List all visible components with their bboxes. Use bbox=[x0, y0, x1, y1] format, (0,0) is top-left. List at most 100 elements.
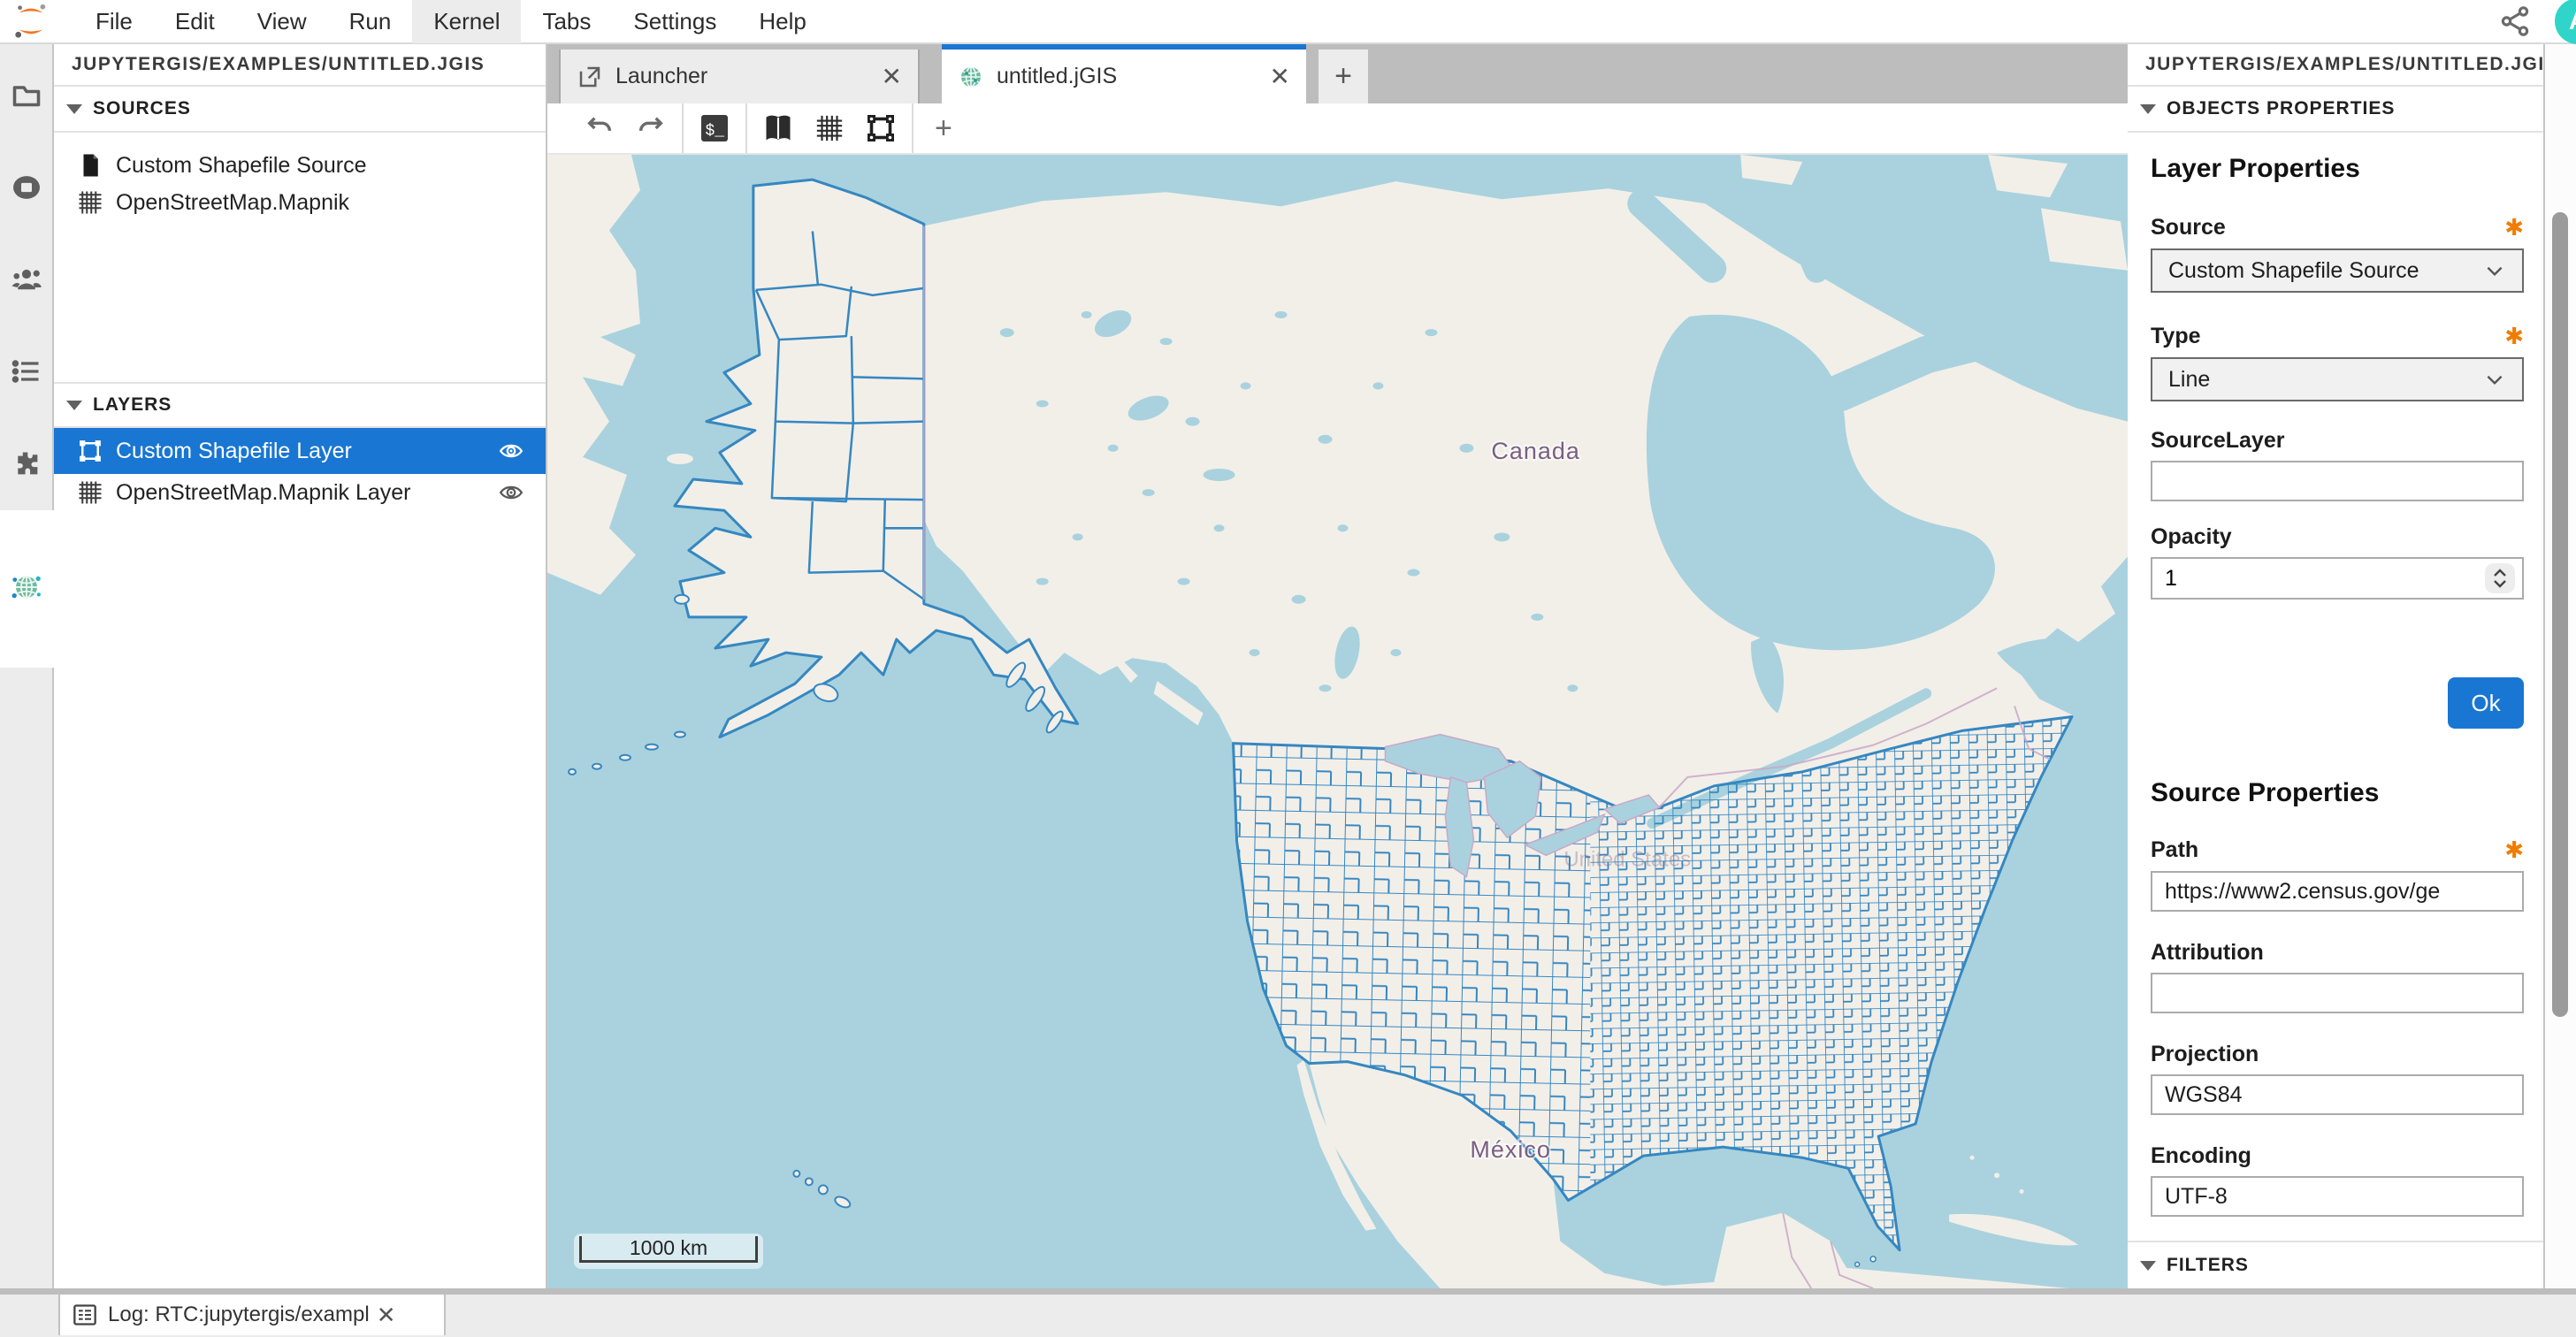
sourcelayer-field: SourceLayer bbox=[2151, 428, 2524, 501]
map-canvas[interactable]: Canada United States México 1000 km bbox=[547, 155, 2128, 1288]
log-console-tab[interactable]: Log: RTC:jupytergis/exampl ✕ bbox=[58, 1295, 446, 1335]
chevron-down-icon bbox=[66, 104, 82, 114]
left-activity-bar bbox=[0, 44, 54, 1288]
ok-button[interactable]: Ok bbox=[2448, 677, 2524, 729]
objects-properties-header[interactable]: OBJECTS PROPERTIES bbox=[2128, 87, 2543, 133]
layers-section-header[interactable]: LAYERS bbox=[54, 382, 546, 428]
file-icon bbox=[77, 152, 103, 179]
close-icon[interactable]: ✕ bbox=[377, 1302, 396, 1329]
undo-icon[interactable] bbox=[574, 109, 625, 148]
projection-label: Projection bbox=[2151, 1042, 2259, 1067]
menu-settings[interactable]: Settings bbox=[612, 0, 738, 43]
vector-polygon-icon bbox=[77, 438, 103, 464]
tab-label: untitled.jGIS bbox=[997, 64, 1117, 89]
path-input[interactable] bbox=[2151, 871, 2524, 912]
encoding-label: Encoding bbox=[2151, 1143, 2251, 1169]
opacity-field: Opacity bbox=[2151, 524, 2524, 600]
source-select-value: Custom Shapefile Source bbox=[2168, 258, 2419, 284]
collaboration-users-icon[interactable] bbox=[0, 248, 52, 311]
extensions-puzzle-icon[interactable] bbox=[0, 432, 52, 495]
source-item-openstreetmap[interactable]: OpenStreetMap.Mapnik bbox=[54, 184, 546, 221]
file-browser-panel: JUPYTERGIS/EXAMPLES/UNTITLED.JGIS SOURCE… bbox=[54, 44, 547, 1288]
opacity-label: Opacity bbox=[2151, 524, 2232, 550]
layers-title: LAYERS bbox=[93, 394, 172, 416]
log-icon bbox=[73, 1303, 97, 1327]
layer-item-label: OpenStreetMap.Mapnik Layer bbox=[116, 480, 411, 506]
tab-bar: Launcher ✕ untitled.jGIS ✕ + bbox=[547, 44, 2128, 103]
main-dock: Launcher ✕ untitled.jGIS ✕ + bbox=[547, 44, 2128, 1288]
redo-icon[interactable] bbox=[625, 109, 676, 148]
map-render: Canada United States México bbox=[547, 155, 2128, 1288]
table-of-contents-icon[interactable] bbox=[0, 340, 52, 403]
visibility-eye-icon[interactable] bbox=[498, 438, 524, 464]
user-avatar[interactable]: A bbox=[2555, 0, 2576, 44]
number-stepper[interactable] bbox=[2485, 563, 2515, 593]
source-item-custom-shapefile[interactable]: Custom Shapefile Source bbox=[54, 147, 546, 184]
opacity-input[interactable] bbox=[2151, 557, 2524, 600]
close-icon[interactable]: ✕ bbox=[882, 62, 902, 91]
menu-bar: File Edit View Run Kernel Tabs Settings … bbox=[0, 0, 2576, 44]
type-field: Type ✱ Line bbox=[2151, 323, 2524, 401]
jupyterlab-window: File Edit View Run Kernel Tabs Settings … bbox=[0, 0, 2576, 1337]
stepper-down-icon[interactable] bbox=[2492, 578, 2508, 588]
projection-input[interactable] bbox=[2151, 1074, 2524, 1115]
filters-title: FILTERS bbox=[2167, 1255, 2249, 1276]
jupytergis-globe-icon[interactable] bbox=[0, 555, 52, 619]
encoding-input[interactable] bbox=[2151, 1176, 2524, 1217]
menu-run[interactable]: Run bbox=[328, 0, 413, 43]
sourcelayer-input[interactable] bbox=[2151, 461, 2524, 501]
tab-untitled-jgis[interactable]: untitled.jGIS ✕ bbox=[942, 44, 1306, 103]
bottom-status-bar: Log: RTC:jupytergis/exampl ✕ bbox=[0, 1295, 2576, 1337]
properties-form: Layer Properties Source ✱ Custom Shapefi… bbox=[2128, 134, 2543, 1235]
new-tab-button[interactable]: + bbox=[1319, 50, 1368, 103]
scrollbar-thumb[interactable] bbox=[2552, 212, 2568, 1017]
menu-kernel[interactable]: Kernel bbox=[412, 0, 521, 43]
share-icon[interactable] bbox=[2498, 4, 2532, 38]
file-browser-icon[interactable] bbox=[0, 64, 52, 127]
add-layer-button[interactable]: + bbox=[919, 111, 968, 146]
layers-list: Custom Shapefile Layer OpenStreetMap.Map… bbox=[54, 428, 546, 511]
chevron-down-icon bbox=[2140, 104, 2156, 114]
encoding-field: Encoding bbox=[2151, 1143, 2524, 1217]
layer-properties-heading: Layer Properties bbox=[2151, 154, 2524, 184]
panel-scrollbar[interactable] bbox=[2543, 44, 2576, 1288]
sources-section-header[interactable]: SOURCES bbox=[54, 87, 546, 133]
source-field: Source ✱ Custom Shapefile Source bbox=[2151, 214, 2524, 293]
running-kernels-icon[interactable] bbox=[0, 156, 52, 219]
breadcrumb: JUPYTERGIS/EXAMPLES/UNTITLED.JGIS bbox=[2128, 44, 2543, 87]
layer-item-custom-shapefile[interactable]: Custom Shapefile Layer bbox=[54, 428, 546, 474]
menu-file[interactable]: File bbox=[74, 0, 154, 43]
console-icon[interactable]: $_ bbox=[689, 109, 740, 148]
menu-tabs[interactable]: Tabs bbox=[521, 0, 612, 43]
tab-label: Launcher bbox=[615, 64, 707, 89]
type-select[interactable]: Line bbox=[2151, 357, 2524, 401]
toolbar-separator bbox=[912, 103, 913, 153]
tab-launcher[interactable]: Launcher ✕ bbox=[559, 50, 920, 103]
chevron-down-icon bbox=[66, 401, 82, 410]
globe-icon bbox=[958, 64, 984, 90]
objects-properties-title: OBJECTS PROPERTIES bbox=[2167, 98, 2395, 119]
close-icon[interactable]: ✕ bbox=[1270, 62, 1290, 91]
stepper-up-icon[interactable] bbox=[2492, 569, 2508, 578]
map-label-canada: Canada bbox=[1491, 438, 1579, 464]
raster-grid-icon[interactable] bbox=[804, 109, 855, 148]
required-asterisk-icon: ✱ bbox=[2504, 214, 2524, 241]
filters-section-header[interactable]: FILTERS bbox=[2128, 1241, 2543, 1288]
launcher-icon bbox=[577, 64, 603, 90]
menu-view[interactable]: View bbox=[236, 0, 328, 43]
attribution-input[interactable] bbox=[2151, 973, 2524, 1013]
map-scale-control: 1000 km bbox=[574, 1234, 763, 1269]
required-asterisk-icon: ✱ bbox=[2504, 837, 2524, 864]
menu-edit[interactable]: Edit bbox=[154, 0, 236, 43]
chevron-down-icon bbox=[2140, 1261, 2156, 1271]
basemap-book-icon[interactable] bbox=[753, 109, 804, 148]
source-select[interactable]: Custom Shapefile Source bbox=[2151, 248, 2524, 293]
map-label-united-states: United States bbox=[1563, 847, 1691, 871]
layer-item-label: Custom Shapefile Layer bbox=[116, 439, 352, 464]
chevron-down-icon bbox=[2483, 368, 2506, 391]
layer-item-openstreetmap[interactable]: OpenStreetMap.Mapnik Layer bbox=[54, 474, 546, 511]
vector-polygon-icon[interactable] bbox=[855, 109, 906, 148]
attribution-field: Attribution bbox=[2151, 940, 2524, 1013]
visibility-eye-icon[interactable] bbox=[498, 479, 524, 506]
menu-help[interactable]: Help bbox=[738, 0, 827, 43]
